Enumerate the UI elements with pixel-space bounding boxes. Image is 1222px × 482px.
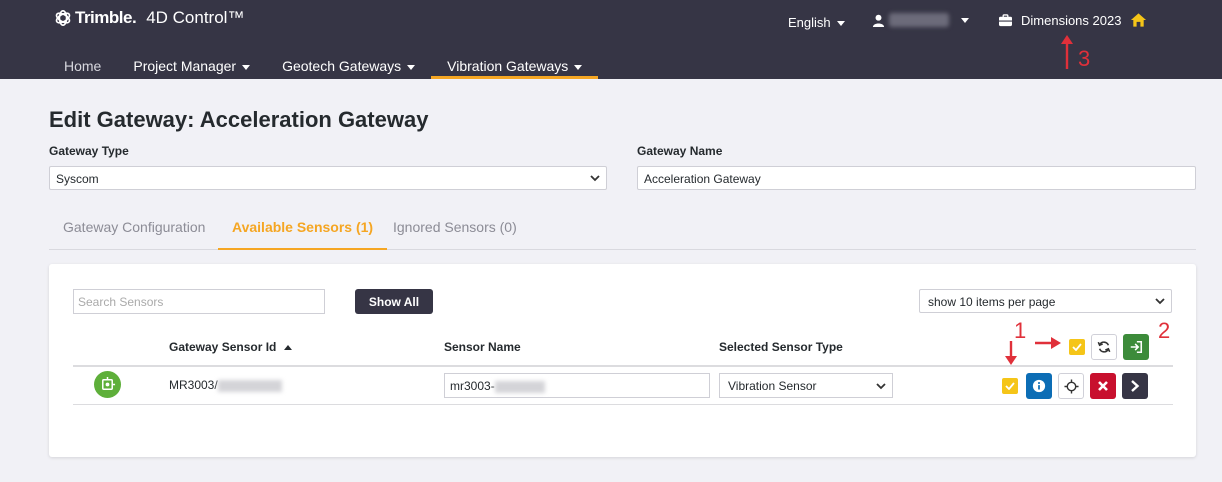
nav-geotech-gateways[interactable]: Geotech Gateways [266, 54, 431, 79]
column-label: Selected Sensor Type [719, 340, 843, 354]
info-icon [1032, 379, 1046, 393]
nav-home-label: Home [64, 58, 102, 74]
app-header: Trimble. 4D Control™ English Dimensions … [0, 0, 1222, 79]
delete-button[interactable] [1090, 373, 1116, 399]
chevron-down-icon [836, 21, 845, 27]
chevron-down-icon [876, 383, 886, 390]
sensor-status-icon [94, 371, 121, 398]
annotation-2: 2 [1158, 318, 1171, 343]
refresh-icon [1097, 341, 1111, 353]
sensor-id-redacted [217, 379, 282, 392]
chevron-down-icon [590, 175, 600, 182]
product-name: 4D Control™ [146, 8, 245, 27]
brand-name: Trimble. [75, 8, 137, 27]
crosshair-icon [1063, 378, 1079, 394]
trimble-globe-icon [55, 9, 71, 27]
select-all-checkbox[interactable] [1069, 339, 1085, 355]
sign-in-icon [1130, 340, 1143, 354]
show-all-button[interactable]: Show All [355, 289, 433, 314]
gateway-type-select[interactable]: Syscom [49, 166, 607, 190]
gateway-type-value: Syscom [56, 172, 99, 186]
gateway-type-label: Gateway Type [49, 144, 129, 158]
home-icon[interactable] [1130, 12, 1147, 28]
user-icon [872, 14, 885, 27]
column-sensor-name: Sensor Name [444, 340, 521, 354]
gateway-sensor-id: MR3003/ [169, 378, 282, 392]
sensor-id-text: MR3003/ [169, 378, 218, 392]
trimble-logo[interactable]: Trimble. 4D Control™ [54, 8, 244, 28]
nav-geotech-gateways-label: Geotech Gateways [282, 58, 402, 74]
close-icon [1098, 381, 1108, 391]
annotation-arrow-3 [1061, 35, 1073, 69]
sensor-type-select[interactable]: Vibration Sensor [719, 373, 893, 398]
project-name: Dimensions 2023 [1021, 13, 1122, 28]
main-nav: Home Project Manager Geotech Gateways Vi… [48, 54, 599, 79]
chevron-down-icon [242, 64, 251, 70]
import-sensors-button[interactable] [1123, 334, 1149, 360]
gateway-sensor-icon [102, 376, 116, 390]
tab-ignored-sensors[interactable]: Ignored Sensors (0) [379, 210, 531, 250]
gateway-name-value: Acceleration Gateway [644, 172, 761, 186]
annotation-3: 3 [1078, 46, 1091, 71]
items-per-page-select[interactable]: show 10 items per page [919, 289, 1172, 313]
column-gateway-sensor-id[interactable]: Gateway Sensor Id [169, 340, 293, 354]
project-selector[interactable]: Dimensions 2023 [998, 13, 1121, 28]
page-title: Edit Gateway: Acceleration Gateway [49, 107, 429, 132]
nav-project-manager-label: Project Manager [133, 58, 237, 74]
tab-available-sensors[interactable]: Available Sensors (1) [218, 210, 388, 250]
annotation-arrow-1b [1035, 337, 1061, 349]
table-row-divider [73, 404, 1173, 405]
chevron-down-icon [1155, 298, 1165, 305]
chevron-right-icon [1131, 380, 1140, 392]
nav-project-manager[interactable]: Project Manager [117, 54, 266, 79]
sensor-name-input[interactable]: mr3003- [444, 373, 710, 398]
sensor-name-text: mr3003- [450, 379, 495, 393]
chevron-down-icon [961, 17, 969, 23]
gateway-tabs: Gateway Configuration Available Sensors … [49, 210, 1196, 250]
sort-ascending-icon [284, 345, 293, 351]
checkmark-icon [1072, 343, 1082, 351]
search-sensors-input[interactable] [73, 289, 325, 314]
tab-gateway-configuration[interactable]: Gateway Configuration [49, 210, 219, 250]
row-select-checkbox[interactable] [1002, 378, 1018, 394]
row-actions [1002, 373, 1148, 399]
chevron-down-icon [407, 64, 416, 70]
header-actions [1069, 334, 1149, 360]
tab-label: Gateway Configuration [63, 219, 206, 235]
tab-label: Available Sensors (1) [232, 219, 374, 235]
user-name-redacted [889, 13, 949, 27]
briefcase-icon [999, 14, 1012, 27]
tab-label: Ignored Sensors (0) [393, 219, 517, 235]
nav-home[interactable]: Home [48, 54, 117, 79]
items-per-page-value: show 10 items per page [928, 295, 1056, 309]
nav-vibration-gateways-label: Vibration Gateways [447, 58, 569, 74]
info-button[interactable] [1026, 373, 1052, 399]
sensors-card: Show All show 10 items per page Gateway … [49, 264, 1196, 457]
nav-vibration-gateways[interactable]: Vibration Gateways [431, 54, 599, 79]
column-label: Sensor Name [444, 340, 521, 354]
language-dropdown[interactable]: English [788, 15, 845, 30]
locate-button[interactable] [1058, 373, 1084, 399]
checkmark-icon [1005, 382, 1015, 390]
details-button[interactable] [1122, 373, 1148, 399]
column-label: Gateway Sensor Id [169, 340, 277, 354]
column-selected-sensor-type: Selected Sensor Type [719, 340, 843, 354]
annotation-arrow-1 [1005, 341, 1017, 365]
sensor-name-redacted [494, 380, 545, 393]
refresh-button[interactable] [1091, 334, 1117, 360]
language-label: English [788, 15, 831, 30]
sensor-type-value: Vibration Sensor [728, 379, 817, 393]
gateway-name-input[interactable]: Acceleration Gateway [637, 166, 1196, 190]
user-menu[interactable] [872, 13, 969, 27]
gateway-name-label: Gateway Name [637, 144, 723, 158]
chevron-down-icon [574, 64, 583, 70]
